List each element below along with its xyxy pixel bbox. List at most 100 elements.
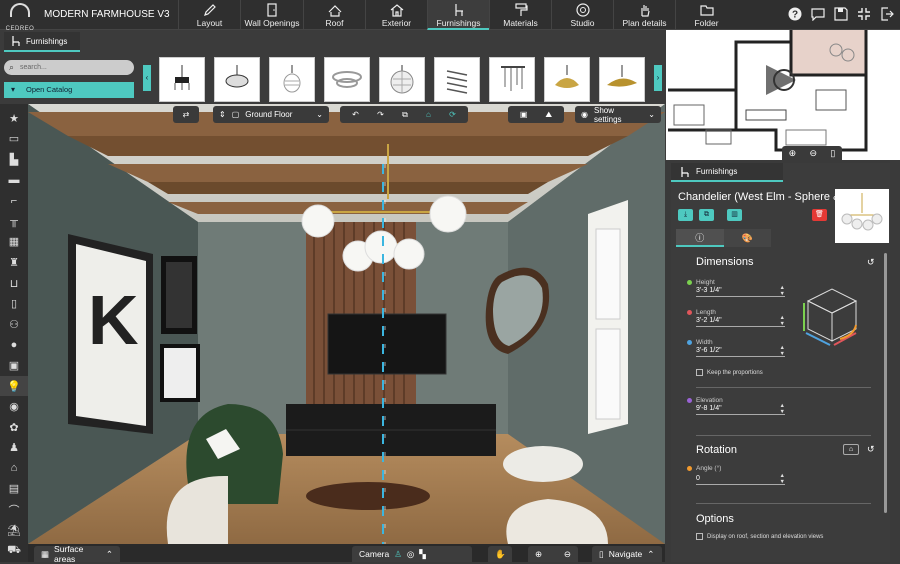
catalog-thumbnail[interactable] [159,57,205,102]
rotation-preset-icon[interactable]: ⌂ [843,444,859,455]
3d-viewport[interactable]: K ⇄ ⇕ ▢ Ground Floor ⌄ ↶ ↷ ⧉ ⌂ ⟳ ▣ ⛰ ◉ S… [28,104,665,544]
fullscreen-icon[interactable] [857,7,871,21]
catalog-thumbnail[interactable] [269,57,315,102]
catalog-thumbnail[interactable] [599,57,645,102]
height-stepper-icon[interactable]: ▲ ▼ [780,285,785,297]
tab-layout[interactable]: Layout [178,0,240,30]
3d-box-icon[interactable]: ▣ [520,110,528,119]
floor-selector[interactable]: ⇕ ▢ Ground Floor ⌄ [213,106,329,123]
tab-furnishings[interactable]: Furnishings [427,0,489,30]
mouse-icon[interactable]: ▯ [830,148,835,159]
floor-plan-minimap[interactable]: ⊕ ⊖ ▯ [666,30,900,160]
height-value: 3'-3 1/4" [696,287,722,294]
reset-rotation-icon[interactable]: ↺ [867,444,875,455]
catalog-thumbnail[interactable] [489,57,535,102]
angle-stepper-icon[interactable]: ▲ ▼ [780,473,785,485]
favorite-star-icon[interactable]: ☆ [877,191,885,202]
width-stepper-icon[interactable]: ▲ ▼ [780,345,785,357]
lamp-category-icon[interactable]: ♜ [0,252,28,273]
rotate-tool-icon[interactable]: ⟳ [449,110,456,119]
logout-icon[interactable] [880,7,894,21]
length-input[interactable]: 3'-2 1/4" ▲ ▼ [696,315,785,327]
length-stepper-icon[interactable]: ▲ ▼ [780,315,785,327]
duplicate-icon[interactable]: ⧉ [402,110,408,120]
height-input[interactable]: 3'-3 1/4" ▲ ▼ [696,285,785,297]
kitchen-category-icon[interactable]: ▦ [0,232,28,253]
zoom-in-icon[interactable]: ⊕ [535,549,542,560]
building-category-icon[interactable]: ⌂ [0,458,28,479]
redo-icon[interactable]: ↷ [377,110,384,119]
catalog-tab[interactable]: Furnishings [4,32,80,52]
zoom-out-icon[interactable]: ⊖ [564,549,571,560]
stairs-category-icon[interactable]: ⌐ [0,190,28,211]
comment-icon[interactable] [811,7,825,21]
elevation-stepper-icon[interactable]: ▲ ▼ [780,403,785,415]
tab-folder[interactable]: Folder [675,0,737,30]
people-category-icon[interactable]: ⚇ [0,314,28,335]
properties-tab[interactable]: Furnishings [671,163,783,182]
tab-plan-details[interactable]: Plan details [613,0,675,30]
pan-button[interactable]: ✋ [488,546,512,562]
cedreo-logo[interactable]: CEDREO [4,3,36,32]
tab-roof[interactable]: Roof [303,0,365,30]
save-icon[interactable] [834,7,848,21]
angle-input[interactable]: 0 ▲ ▼ [696,473,785,485]
decor-category-icon[interactable]: ◉ [0,396,28,417]
sports-category-icon[interactable]: ● [0,335,28,356]
tv-category-icon[interactable]: ▣ [0,355,28,376]
undo-icon[interactable]: ↶ [352,110,359,119]
favorites-icon[interactable]: ★ [0,108,28,129]
terrain-icon[interactable]: ⛰ [545,110,552,120]
tab-appearance[interactable]: 🎨 [723,229,771,247]
catalog-thumbnail[interactable] [379,57,425,102]
open-catalog-button[interactable]: ▾ Open Catalog [4,82,134,98]
plant-category-icon[interactable]: ✿ [0,417,28,438]
show-settings-button[interactable]: ◉ Show settings ⌄ [575,106,661,124]
outdoor-category-icon[interactable]: ⛱ [0,520,28,541]
sofa-category-icon[interactable]: ▭ [0,129,28,150]
display-views-checkbox[interactable]: Display on roof, section and elevation v… [696,533,823,540]
person-view-icon[interactable]: ♙ [394,549,402,560]
person-category-icon[interactable]: ♟ [0,438,28,459]
box-category-icon[interactable]: ▤ [0,479,28,500]
delete-button[interactable]: 🗑 [812,209,827,221]
table-category-icon[interactable]: ╥ [0,211,28,232]
swap-view-button[interactable]: ⇄ [173,106,199,123]
properties-scrollbar[interactable] [884,253,887,513]
lighting-category-icon[interactable]: 💡 [0,375,28,397]
search-input[interactable]: ⌕ search... [4,60,134,75]
surface-areas-button[interactable]: ▦ Surface areas ⌃ [34,544,120,564]
tab-materials[interactable]: Materials [489,0,551,30]
plan-icon[interactable]: ▚ [419,549,426,560]
bed-category-icon[interactable]: ▬ [0,170,28,191]
cabinet-category-icon[interactable]: ▙ [0,149,28,170]
tab-info[interactable]: ⓘ [676,229,724,247]
navigate-button[interactable]: ▯ Navigate ⌃ [592,546,662,562]
catalog-thumbnail[interactable] [434,57,480,102]
bathtub-category-icon[interactable]: ⊔ [0,273,28,294]
keep-proportions-checkbox[interactable]: Keep the proportions [696,369,763,376]
drop-to-floor-button[interactable]: ⤓ [678,209,693,221]
catalog-thumbnail[interactable] [544,57,590,102]
vehicle-category-icon[interactable]: ⛟ [0,540,28,561]
catalog-thumbnail[interactable] [214,57,260,102]
awning-category-icon[interactable]: ⌒ [0,499,28,520]
carousel-prev-button[interactable]: ‹ [143,65,151,91]
help-icon[interactable]: ? [788,7,802,21]
zoom-out-icon[interactable]: ⊖ [810,148,818,159]
tab-exterior[interactable]: Exterior [365,0,427,30]
paint-icon[interactable]: ⌂ [426,110,431,119]
camera-label[interactable]: Camera [359,549,389,559]
fridge-category-icon[interactable]: ▯ [0,293,28,314]
reset-dimensions-icon[interactable]: ↺ [867,257,875,268]
duplicate-button[interactable]: ⧉ [699,209,714,221]
zoom-in-icon[interactable]: ⊕ [789,148,797,159]
tab-wall-openings[interactable]: Wall Openings [240,0,303,30]
carousel-next-button[interactable]: › [654,65,662,91]
tab-studio[interactable]: Studio [551,0,613,30]
catalog-thumbnail[interactable] [324,57,370,102]
elevation-input[interactable]: 9'-8 1/4" ▲ ▼ [696,403,785,415]
catalog-button[interactable]: ▥ [727,209,742,221]
width-input[interactable]: 3'-6 1/2" ▲ ▼ [696,345,785,357]
orbit-icon[interactable]: ◎ [407,549,414,560]
